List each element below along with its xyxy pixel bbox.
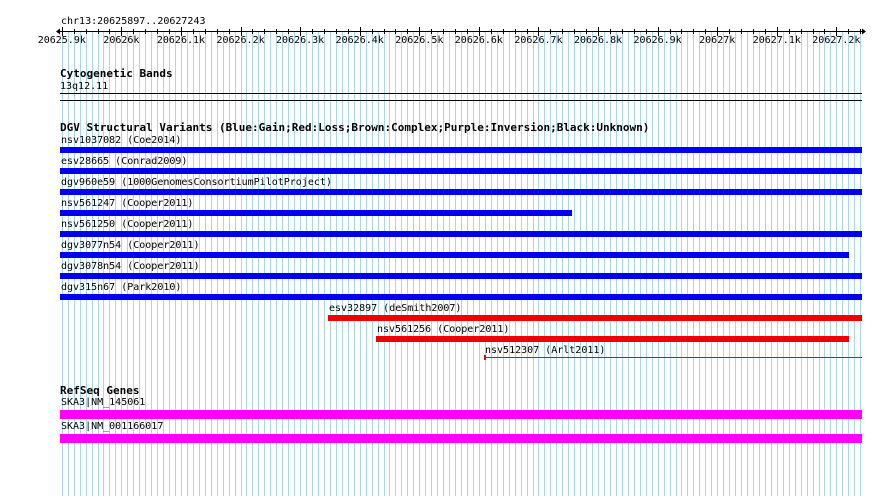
ruler-tick-label: 20626.7k bbox=[514, 35, 563, 46]
region-label: chr13:20625897..20627243 bbox=[61, 16, 206, 27]
ruler-tick-label: 20626.3k bbox=[276, 35, 325, 46]
dgv-variant-bar[interactable] bbox=[328, 315, 862, 321]
genome-browser: chr13:20625897..20627243 20625.9k 20626k 2… bbox=[0, 0, 890, 496]
refseq-gene-bar[interactable] bbox=[60, 434, 862, 443]
ruler-tick-label: 20627k bbox=[699, 35, 736, 46]
ruler-tick-label: 20626.2k bbox=[216, 35, 265, 46]
ruler-tick-label: 20626.5k bbox=[395, 35, 444, 46]
cytoband-label[interactable]: 13q12.11 bbox=[60, 81, 108, 92]
dgv-variant-bar[interactable] bbox=[60, 147, 862, 153]
dgv-variant-bar[interactable] bbox=[60, 294, 862, 300]
dgv-variant-label[interactable]: nsv561256 (Cooper2011) bbox=[377, 324, 509, 335]
dgv-variant-label[interactable]: nsv1037082 (Coe2014) bbox=[61, 135, 181, 146]
refseq-gene-bar[interactable] bbox=[60, 410, 862, 419]
dgv-variant-label[interactable]: esv28665 (Conrad2009) bbox=[61, 156, 187, 167]
ruler-tick-label: 20627.2k bbox=[812, 35, 861, 46]
ruler-right-arrow-icon bbox=[862, 28, 866, 35]
dgv-variant-bar[interactable] bbox=[60, 189, 862, 195]
dgv-variant-label[interactable]: dgv960e59 (1000GenomesConsortiumPilotPro… bbox=[61, 177, 332, 188]
ruler-tick-label: 20626k bbox=[103, 35, 140, 46]
dgv-variant-label[interactable]: esv32897 (deSmith2007) bbox=[329, 303, 461, 314]
dgv-variant-bar[interactable] bbox=[484, 357, 862, 358]
cytoband-track-title: Cytogenetic Bands bbox=[60, 67, 173, 80]
ruler-tick-label: 20627.1k bbox=[752, 35, 801, 46]
refseq-gene-label[interactable]: SKA3|NM_001166017 bbox=[61, 421, 163, 432]
ruler-tick-label: 20625.9k bbox=[37, 35, 86, 46]
dgv-variant-bar[interactable] bbox=[60, 273, 862, 279]
ruler-tick-label: 20626.8k bbox=[573, 35, 623, 46]
refseq-track-title: RefSeq Genes bbox=[60, 384, 140, 397]
dgv-variant-label[interactable]: dgv3077n54 (Cooper2011) bbox=[61, 240, 199, 251]
dgv-variant-label[interactable]: nsv512307 (Arlt2011) bbox=[485, 345, 605, 356]
ruler-tick-label: 20626.6k bbox=[454, 35, 503, 46]
dgv-variant-bar[interactable] bbox=[60, 252, 849, 258]
dgv-variant-bar[interactable] bbox=[60, 210, 572, 216]
ruler-tick-label: 20626.4k bbox=[335, 35, 384, 46]
dgv-variant-label[interactable]: dgv315n67 (Park2010) bbox=[61, 282, 181, 293]
dgv-variant-label[interactable]: nsv561250 (Cooper2011) bbox=[61, 219, 193, 230]
dgv-track-title: DGV Structural Variants (Blue:Gain;Red:L… bbox=[60, 121, 650, 134]
dgv-variant-bar[interactable] bbox=[376, 336, 849, 342]
ruler-tick-label: 20626.1k bbox=[156, 35, 206, 46]
dgv-variant-label[interactable]: dgv3078n54 (Cooper2011) bbox=[61, 261, 199, 272]
dgv-variant-bar[interactable] bbox=[60, 231, 862, 237]
refseq-gene-label[interactable]: SKA3|NM_145061 bbox=[61, 397, 145, 408]
ruler-left-arrow-icon bbox=[56, 28, 60, 35]
dgv-variant-bar[interactable] bbox=[60, 168, 862, 174]
ruler-tick-label: 20626.9k bbox=[633, 35, 682, 46]
dgv-variant-label[interactable]: nsv561247 (Cooper2011) bbox=[61, 198, 193, 209]
